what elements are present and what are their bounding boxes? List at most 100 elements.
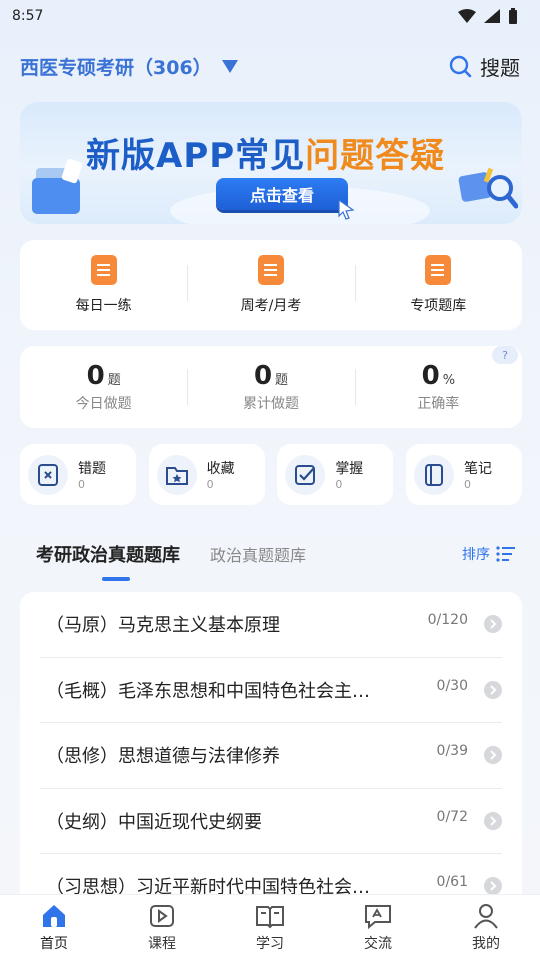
stat-today: 0题 今日做题 (20, 361, 187, 413)
community-icon (365, 904, 391, 929)
stat-accuracy: 0% 正确率 (354, 361, 522, 413)
exam-icon (257, 255, 284, 285)
stat-total-unit: 题 (275, 373, 289, 388)
course-icon (150, 904, 174, 927)
search-icon (449, 55, 472, 78)
list-item-count: 0/61 (436, 874, 468, 891)
nav-course-label: 课程 (148, 935, 176, 952)
nav-study-label: 学习 (256, 935, 284, 952)
tool-mastered-name: 掌握 (335, 461, 364, 477)
search-button[interactable]: 搜题 (448, 52, 520, 81)
list-item-count: 0/39 (436, 743, 468, 760)
list-item[interactable]: （毛概）毛泽东思想和中国特色社会主… 0/30 (40, 658, 502, 723)
list-item-title: （史纲）中国近现代史纲要 (46, 811, 262, 833)
stat-accuracy-label: 正确率 (417, 396, 460, 412)
stat-today-label: 今日做题 (75, 396, 132, 412)
stat-today-value: 0 (86, 361, 105, 391)
practice-exam[interactable]: 周考/月考 (187, 255, 354, 315)
battery-icon (509, 8, 517, 24)
tab-politics-bank[interactable]: 考研政治真题题库 (36, 541, 180, 581)
chevron-right-icon (484, 615, 502, 634)
practice-bank[interactable]: 专项题库 (354, 255, 522, 315)
stat-total-label: 累计做题 (242, 396, 299, 412)
tool-favorites[interactable]: 收藏 0 (148, 444, 265, 505)
favorites-icon (156, 454, 197, 495)
tab-politics-real[interactable]: 政治真题题库 (210, 542, 306, 566)
tool-notes[interactable]: 笔记 0 (405, 444, 522, 505)
caret-down-icon (221, 59, 238, 73)
stats-card: 0题 今日做题 0题 累计做题 0% 正确率 (20, 346, 522, 428)
banner-title: 新版APP常见问题答疑 (86, 128, 445, 177)
nav-home-label: 首页 (40, 935, 68, 952)
list-item-count: 0/120 (427, 612, 468, 629)
nav-study[interactable]: 学习 (216, 895, 324, 960)
sort-list-icon (496, 546, 515, 562)
magnifier-illustration-icon (458, 167, 518, 209)
list-item[interactable]: （史纲）中国近现代史纲要 0/72 (40, 789, 502, 854)
tool-favorites-count: 0 (206, 478, 214, 491)
list-item[interactable]: （马原）马克思主义基本原理 0/120 (40, 592, 502, 658)
search-label: 搜题 (480, 55, 520, 80)
tool-mastered[interactable]: 掌握 0 (277, 444, 394, 505)
list-item-title: （毛概）毛泽东思想和中国特色社会主… (46, 680, 370, 702)
stat-today-unit: 题 (107, 373, 121, 388)
nav-course[interactable]: 课程 (108, 895, 216, 960)
list-item-count: 0/72 (436, 808, 468, 825)
bottom-nav: 首页 课程 学习 交流 我的 (0, 894, 540, 960)
question-list: （马原）马克思主义基本原理 0/120 （毛概）毛泽东思想和中国特色社会主… 0… (20, 592, 522, 912)
list-item-title: （思修）思想道德与法律修养 (46, 746, 280, 768)
tool-wrong-name: 错题 (78, 461, 106, 477)
tool-wrong[interactable]: 错题 0 (20, 444, 136, 505)
practice-exam-label: 周考/月考 (240, 298, 302, 314)
practice-daily[interactable]: 每日一练 (20, 255, 187, 315)
practice-bank-label: 专项题库 (410, 298, 467, 314)
banner-title-accent: 问题答疑 (305, 136, 446, 176)
daily-practice-icon (90, 255, 117, 285)
wrong-questions-icon (28, 454, 68, 495)
practice-daily-label: 每日一练 (75, 298, 132, 314)
notes-icon (413, 454, 454, 495)
home-icon (43, 904, 65, 927)
view-now-button[interactable]: 点击查看 (216, 178, 348, 210)
faq-banner[interactable]: 新版APP常见问题答疑 点击查看 (20, 102, 522, 224)
signal-icon (484, 9, 500, 23)
nav-profile[interactable]: 我的 (432, 895, 540, 960)
subject-selector[interactable]: 西医专硕考研（306） (20, 53, 238, 80)
tool-notes-name: 笔记 (463, 461, 492, 477)
sort-label: 排序 (462, 547, 490, 563)
nav-community[interactable]: 交流 (324, 895, 432, 960)
chevron-right-icon (484, 811, 502, 830)
status-time: 8:57 (12, 8, 44, 24)
study-icon (256, 905, 284, 928)
bank-tabs: 考研政治真题题库 政治真题题库 排序 (36, 532, 516, 581)
banner-title-main: 新版APP常见 (86, 136, 306, 176)
list-item-title: （马原）马克思主义基本原理 (46, 615, 280, 637)
profile-icon (474, 903, 498, 929)
stat-accuracy-value: 0 (421, 361, 440, 391)
cursor-icon (338, 198, 355, 220)
tools-row: 错题 0 收藏 0 掌握 0 笔记 0 (20, 444, 522, 505)
nav-community-label: 交流 (364, 935, 392, 952)
nav-profile-label: 我的 (472, 935, 500, 952)
folder-illustration-icon (32, 158, 83, 214)
tool-wrong-count: 0 (78, 478, 85, 491)
stat-total: 0题 累计做题 (187, 361, 354, 413)
chevron-right-icon (484, 680, 502, 699)
help-icon[interactable]: ? (492, 346, 518, 364)
practice-card: 每日一练 周考/月考 专项题库 (20, 240, 522, 330)
question-bank-icon (425, 255, 452, 285)
sort-button[interactable]: 排序 (462, 544, 516, 564)
mastered-icon (285, 454, 326, 495)
subject-label: 西医专硕考研（306） (20, 56, 212, 79)
tool-favorites-name: 收藏 (206, 461, 235, 477)
list-item-count: 0/30 (436, 677, 468, 694)
status-bar: 8:57 (0, 0, 540, 32)
tool-notes-count: 0 (463, 478, 471, 491)
top-header: 西医专硕考研（306） 搜题 (20, 48, 520, 84)
tool-mastered-count: 0 (335, 478, 343, 491)
nav-home[interactable]: 首页 (0, 895, 108, 960)
stat-total-value: 0 (253, 361, 273, 391)
wifi-icon (458, 9, 476, 23)
stat-accuracy-unit: % (442, 373, 456, 388)
list-item[interactable]: （思修）思想道德与法律修养 0/39 (40, 723, 502, 789)
